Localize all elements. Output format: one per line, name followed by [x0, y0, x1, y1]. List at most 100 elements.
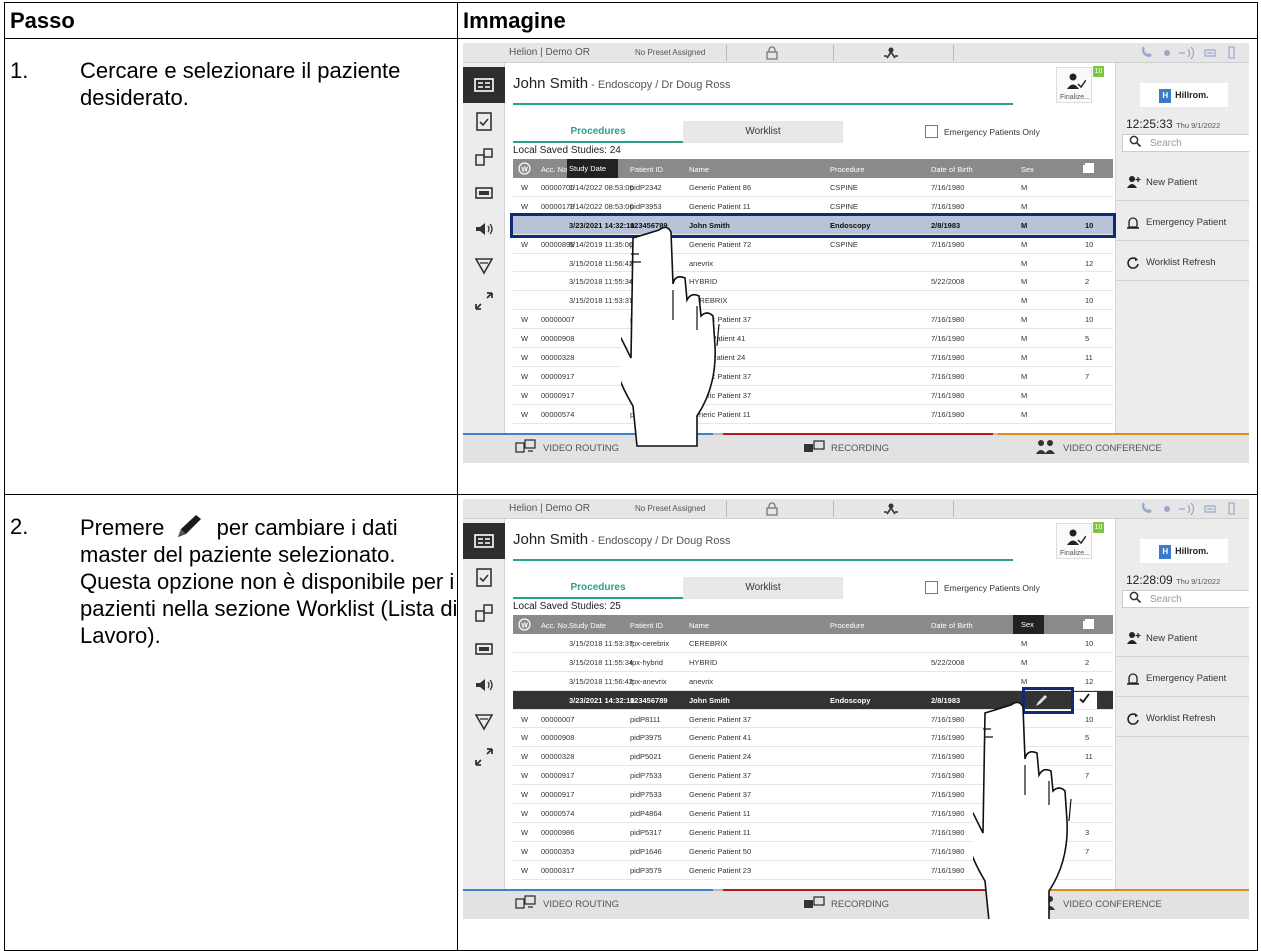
cell-date: 1/14/2022 08:53:00 — [569, 183, 634, 192]
tab-procedures[interactable]: Procedures — [513, 577, 683, 599]
right-panel: H Hillrom. 12:25:33 Thu 9/1/2022 Search New … — [1115, 63, 1249, 433]
column-header[interactable]: Sex — [1013, 615, 1044, 634]
cell-w: W — [521, 201, 529, 211]
nav-layout[interactable] — [463, 139, 505, 175]
emergency-patient-icon — [1126, 671, 1141, 689]
column-header[interactable]: Study Date — [569, 621, 606, 630]
cell-name: Generic Patient 50 — [689, 846, 752, 856]
cell-w: W — [521, 334, 529, 344]
divider — [953, 501, 954, 517]
column-header[interactable]: Sex — [1021, 165, 1034, 174]
column-header[interactable]: Study Date — [567, 159, 619, 178]
nav-patient-card[interactable] — [463, 523, 505, 559]
cell-name: Generic Patient 37 — [689, 714, 752, 724]
video-routing-label: VIDEO ROUTING — [543, 899, 620, 910]
emergency-only-checkbox[interactable] — [925, 125, 938, 138]
step-text-part: Premere — [80, 515, 165, 540]
patient-detail: - Endoscopy / Dr Doug Ross — [588, 535, 731, 547]
column-header[interactable]: Procedure — [830, 165, 865, 174]
nav-layout[interactable] — [463, 595, 505, 631]
table-row[interactable]: 3/15/2018 11:53:37tpx-ceCEREBRIXM10 — [513, 291, 1113, 311]
cell-acc: 00000317 — [541, 865, 575, 875]
nav-checklist[interactable] — [463, 103, 505, 139]
nav-display[interactable] — [463, 631, 505, 667]
cell-w: W — [521, 827, 529, 837]
finalize-button[interactable]: Finalize... — [1056, 67, 1092, 103]
cell-dob: 7/16/1980 — [931, 752, 965, 762]
tab-worklist[interactable]: Worklist — [683, 577, 843, 599]
cell-acc: 00000007 — [541, 714, 575, 724]
nav-patient-card[interactable] — [463, 67, 505, 103]
tab-worklist[interactable]: Worklist — [683, 121, 843, 143]
cell-w: W — [521, 371, 529, 381]
video-conference-button[interactable]: VIDEO CONFERENCE — [1035, 435, 1162, 463]
recording-button[interactable]: RECORDING — [803, 435, 889, 463]
recording-button[interactable]: RECORDING — [803, 891, 889, 919]
column-header[interactable]: Date of Birth — [931, 165, 973, 174]
video-routing-icon — [515, 439, 543, 454]
cell-sex: M — [1021, 239, 1028, 249]
column-header[interactable]: Acc. No. — [541, 621, 569, 630]
procedure-table: Passo Immagine 1. Cercare e selezionare … — [4, 2, 1258, 951]
cell-dob: 7/16/1980 — [931, 733, 965, 743]
cell-sex: M — [1021, 371, 1028, 381]
table-row[interactable]: W 00000706 1/14/2022 08:53:00 pidP2342 Gener… — [513, 178, 1113, 197]
table-row[interactable]: W00000574pidlGeneric Patient 117/16/1980… — [513, 405, 1113, 424]
cell-w: W — [521, 353, 529, 363]
worklist-refresh-button[interactable]: Worklist Refresh — [1116, 699, 1249, 737]
worklist-col-icon: W — [518, 162, 531, 177]
divider — [726, 45, 727, 61]
nav-speaker[interactable] — [463, 667, 505, 703]
table-row[interactable]: 3/15/2018 11:55:34tpx-hybridHYBRID5/22/2… — [513, 653, 1113, 672]
cell-acc: 00000917 — [541, 371, 575, 381]
search-input[interactable]: Search — [1122, 134, 1249, 152]
step-number: 1. — [10, 58, 29, 83]
column-header[interactable]: Date of Birth — [931, 621, 973, 630]
column-header-step: Passo — [4, 2, 458, 39]
video-routing-button[interactable]: VIDEO ROUTING — [515, 435, 619, 463]
column-header[interactable]: Name — [689, 621, 709, 630]
tab-procedures[interactable]: Procedures — [513, 121, 683, 143]
nav-fullscreen[interactable] — [463, 283, 505, 319]
column-header[interactable]: Name — [689, 165, 709, 174]
new-patient-button[interactable]: New Patient — [1116, 619, 1249, 657]
nav-fullscreen[interactable] — [463, 739, 505, 775]
worklist-refresh-button[interactable]: Worklist Refresh — [1116, 243, 1249, 281]
nav-surgical-light[interactable] — [463, 247, 505, 283]
search-placeholder: Search — [1150, 138, 1182, 149]
video-routing-button[interactable]: VIDEO ROUTING — [515, 891, 619, 919]
column-header[interactable]: Procedure — [830, 621, 865, 630]
table-row[interactable]: 3/15/2018 11:53:37 tpx-cerebrix CEREBRIX M 1… — [513, 634, 1113, 653]
nav-display[interactable] — [463, 175, 505, 211]
column-header[interactable]: Patient ID — [630, 621, 663, 630]
nav-speaker[interactable] — [463, 211, 505, 247]
patient-header: John Smith - Endoscopy / Dr Doug Ross Fin… — [505, 519, 1115, 563]
cell-date: 3/15/2018 11:53:37 — [569, 639, 634, 648]
emergency-patient-button[interactable]: Emergency Patient — [1116, 659, 1249, 697]
table-row[interactable]: W00000917pidGeneric Patient 377/16/1980M — [513, 386, 1113, 405]
video-routing-icon — [515, 895, 543, 910]
emergency-only-filter[interactable]: Emergency Patients Only — [925, 581, 1040, 594]
column-header[interactable]: Patient ID — [630, 165, 663, 174]
table-row[interactable]: W 00000328 eneric Patient 24 7/16/1980 M 11 — [513, 348, 1113, 367]
table-row[interactable]: W00000007pGeneric Patient 377/16/1980M10 — [513, 310, 1113, 330]
finalize-user-check-icon — [1066, 528, 1087, 551]
emergency-only-filter[interactable]: Emergency Patients Only — [925, 125, 1040, 138]
emergency-patient-button[interactable]: Emergency Patient — [1116, 203, 1249, 241]
new-patient-button[interactable]: New Patient — [1116, 163, 1249, 201]
cell-dob: 7/16/1980 — [931, 315, 965, 325]
finalize-button[interactable]: Finalize... — [1056, 523, 1092, 559]
table-row[interactable]: W00000917pGeneric Patient 377/16/1980M7 — [513, 367, 1113, 386]
cell-dob: 7/16/1980 — [931, 714, 965, 724]
column-header[interactable]: Acc. No. — [541, 165, 569, 174]
table-row[interactable]: W00000908eneric Patient 417/16/1980M5 — [513, 329, 1113, 349]
table-row[interactable]: 3/15/2018 11:55:34tpx-hybridHYBRID5/22/2… — [513, 272, 1113, 292]
cell-w: W — [521, 790, 529, 800]
table-row[interactable]: 3/15/2018 11:56:42tpx-anevrixanevrixM12 — [513, 254, 1113, 273]
bottom-color-strip — [998, 433, 1249, 435]
search-input[interactable]: Search — [1122, 590, 1249, 608]
nav-surgical-light[interactable] — [463, 703, 505, 739]
emergency-only-checkbox[interactable] — [925, 581, 938, 594]
step-number: 2. — [10, 514, 29, 539]
nav-checklist[interactable] — [463, 559, 505, 595]
